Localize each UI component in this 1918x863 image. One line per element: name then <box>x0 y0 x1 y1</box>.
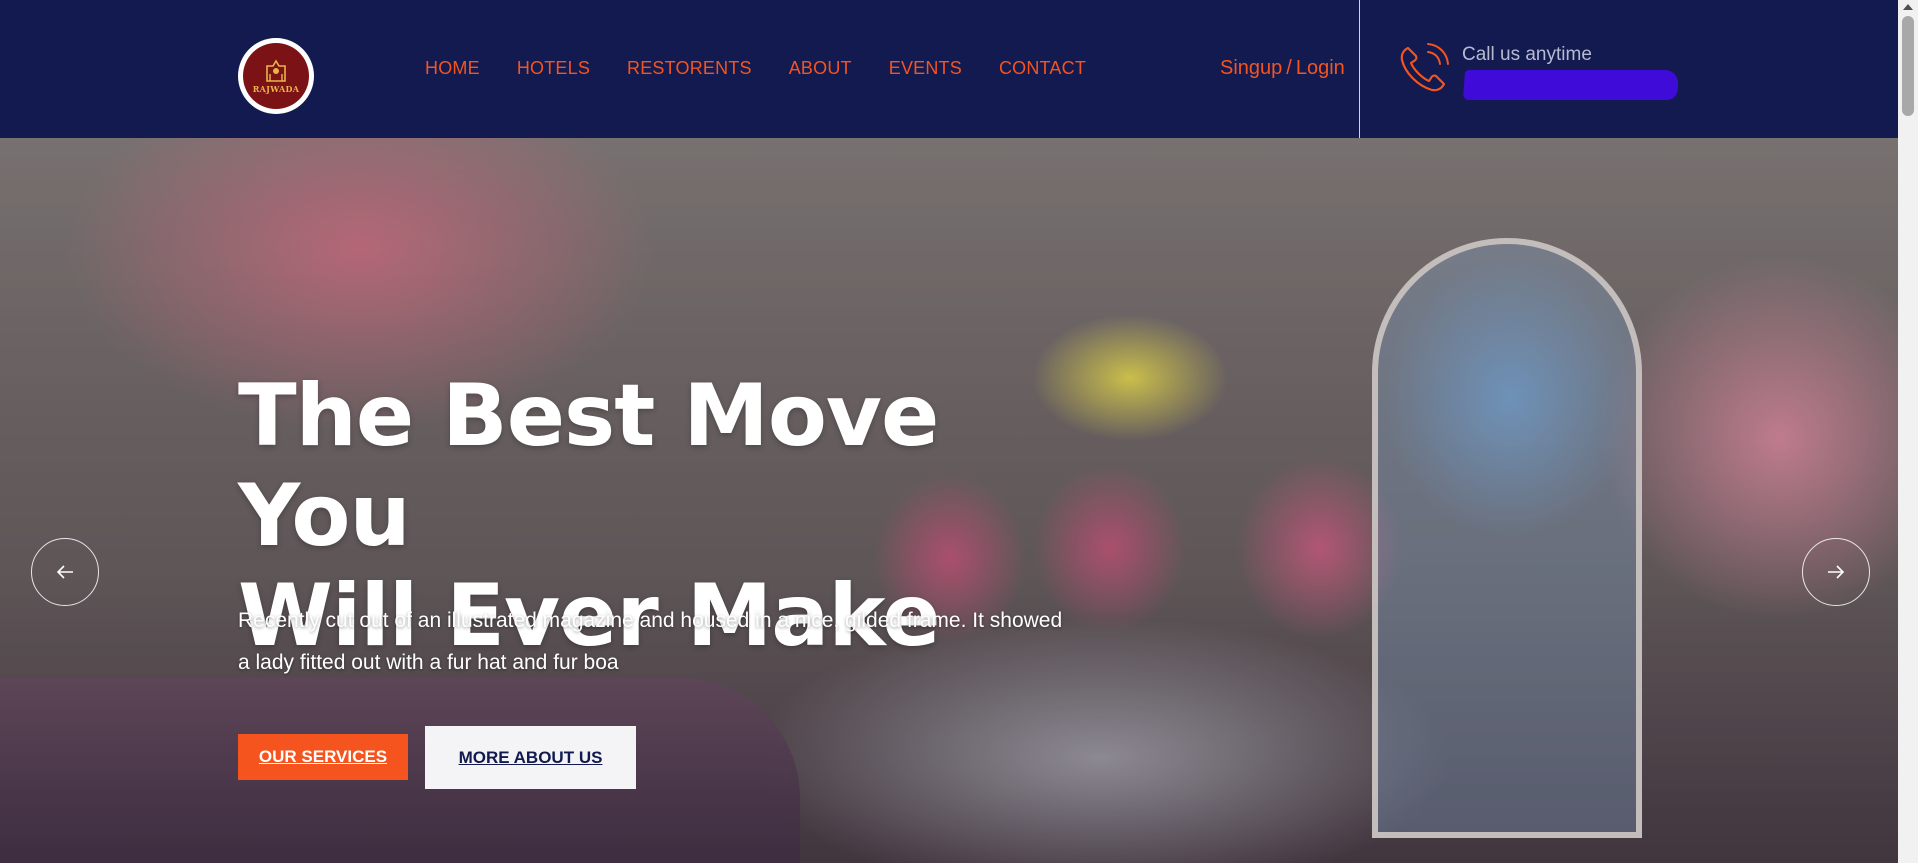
call-us-label: Call us anytime <box>1462 44 1592 65</box>
signup-link[interactable]: Singup <box>1220 57 1282 79</box>
hero-slider: The Best Move You Will Ever Make Recentl… <box>0 138 1898 863</box>
login-link[interactable]: Login <box>1296 57 1345 79</box>
logo-emblem: RAJWADA <box>243 43 309 109</box>
auth-links: Singup / Login <box>1220 57 1345 80</box>
nav-contact[interactable]: CONTACT <box>999 58 1086 79</box>
hero-title-line1: The Best Move You <box>238 366 939 566</box>
nav-events[interactable]: EVENTS <box>889 58 962 79</box>
slider-prev-button[interactable] <box>31 538 99 606</box>
main-nav: HOME HOTELS RESTORENTS ABOUT EVENTS CONT… <box>425 58 1123 79</box>
more-about-us-button[interactable]: MORE ABOUT US <box>425 726 636 789</box>
phone-number-redacted[interactable] <box>1462 70 1680 100</box>
palace-icon <box>266 58 286 82</box>
arrow-left-icon <box>56 565 73 579</box>
arrow-right-icon <box>1828 565 1845 579</box>
our-services-button[interactable]: OUR SERVICES <box>238 734 408 780</box>
hero-description: Recently cut out of an illustrated magaz… <box>238 609 1063 674</box>
nav-hotels[interactable]: HOTELS <box>517 58 590 79</box>
scroll-up-arrow-icon[interactable] <box>1903 4 1913 10</box>
nav-restorents[interactable]: RESTORENTS <box>627 58 752 79</box>
auth-separator: / <box>1286 57 1292 79</box>
scrollbar-thumb[interactable] <box>1902 16 1914 116</box>
nav-about[interactable]: ABOUT <box>789 58 852 79</box>
page-scrollbar[interactable] <box>1898 0 1918 863</box>
phone-icon <box>1400 43 1449 92</box>
header-divider <box>1359 0 1360 138</box>
nav-home[interactable]: HOME <box>425 58 480 79</box>
slider-next-button[interactable] <box>1802 538 1870 606</box>
site-logo[interactable]: RAJWADA <box>238 38 314 114</box>
logo-text: RAJWADA <box>252 83 300 94</box>
site-header: RAJWADA HOME HOTELS RESTORENTS ABOUT EVE… <box>0 0 1898 138</box>
